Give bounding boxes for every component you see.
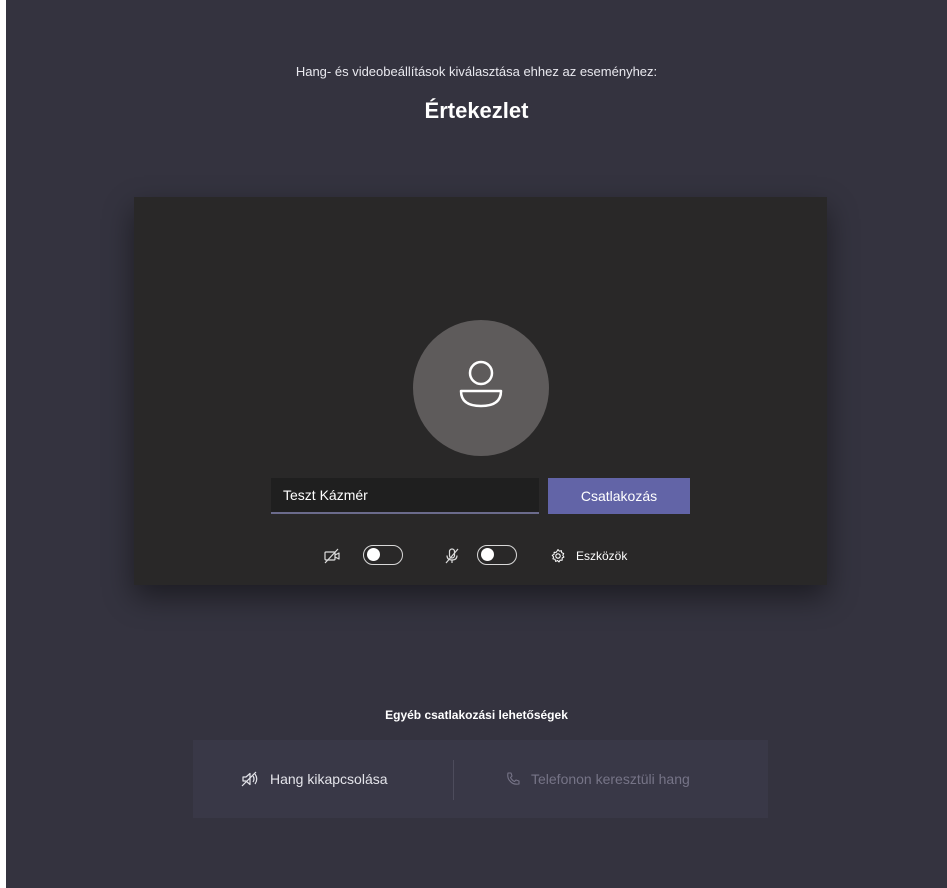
- options-divider: [453, 760, 454, 800]
- join-button[interactable]: Csatlakozás: [548, 478, 690, 514]
- camera-toggle-knob: [367, 548, 380, 561]
- phone-audio-label: Telefonon keresztüli hang: [531, 771, 690, 787]
- devices-button[interactable]: Eszközök: [550, 543, 627, 569]
- media-controls: Eszközök: [134, 543, 827, 569]
- phone-icon: [507, 772, 520, 785]
- phone-audio-option: Telefonon keresztüli hang: [505, 740, 690, 818]
- other-options-title: Egyéb csatlakozási lehetőségek: [385, 708, 568, 722]
- name-input[interactable]: [271, 478, 539, 514]
- avatar: [413, 320, 549, 456]
- meeting-title: Értekezlet: [424, 98, 529, 123]
- camera-toggle[interactable]: [363, 545, 403, 565]
- other-join-options: Hang kikapcsolása Telefonon keresztüli h…: [193, 740, 768, 818]
- mic-off-icon: [445, 548, 459, 564]
- devices-label: Eszközök: [576, 549, 628, 563]
- prejoin-screen: Hang- és videobeállítások kiválasztása e…: [6, 0, 947, 888]
- microphone-toggle[interactable]: [477, 545, 517, 565]
- settings-subtitle: Hang- és videobeállítások kiválasztása e…: [295, 64, 658, 79]
- person-icon: [459, 360, 503, 408]
- speaker-off-icon: [241, 771, 258, 787]
- audio-off-option[interactable]: Hang kikapcsolása: [240, 740, 388, 818]
- microphone-toggle-knob: [481, 548, 494, 561]
- camera-off-icon: [324, 548, 340, 564]
- gear-icon: [551, 549, 565, 563]
- audio-off-label: Hang kikapcsolása: [270, 771, 388, 787]
- video-preview: Csatlakozás: [134, 197, 827, 585]
